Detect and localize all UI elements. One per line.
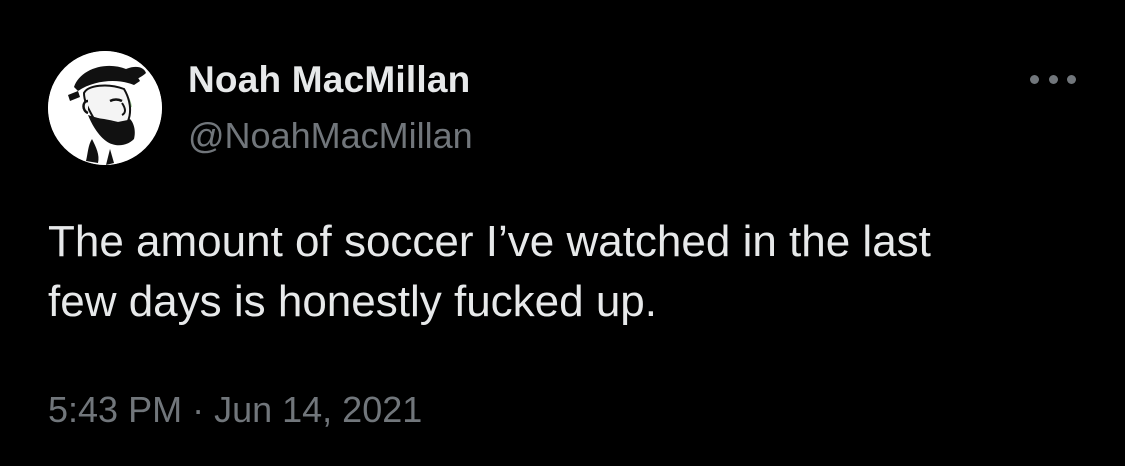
tweet-time: 5:43 PM	[48, 389, 183, 430]
tweet-date: Jun 14, 2021	[214, 389, 423, 430]
bearded-man-cap-avatar-icon	[48, 51, 162, 165]
more-dot	[1030, 74, 1039, 84]
tweet-card: Noah MacMillan @NoahMacMillan The amount…	[0, 0, 1125, 466]
tweet-timestamp[interactable]: 5:43 PM · Jun 14, 2021	[48, 388, 422, 432]
avatar[interactable]	[48, 51, 162, 165]
more-dot	[1067, 74, 1076, 84]
author-handle[interactable]: @NoahMacMillan	[188, 114, 473, 158]
tweet-text: The amount of soccer I’ve watched in the…	[48, 217, 931, 326]
meta-separator: ·	[192, 389, 205, 430]
author-display-name[interactable]: Noah MacMillan	[188, 58, 470, 102]
more-dot	[1048, 74, 1058, 84]
more-options-icon[interactable]	[1030, 66, 1076, 92]
